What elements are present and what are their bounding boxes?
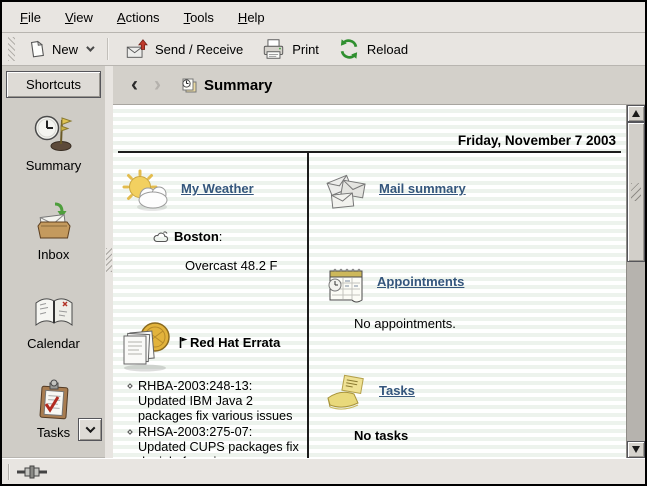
- menu-help-label: Help: [238, 10, 265, 25]
- errata-icon: [119, 319, 175, 373]
- menu-help[interactable]: Help: [226, 2, 277, 32]
- sidebar-item-calendar-label: Calendar: [27, 336, 80, 351]
- tasks-icon: [32, 378, 76, 422]
- sidebar-item-tasks-label: Tasks: [37, 425, 70, 440]
- main-pane: ‹ › Summary Friday, November 7 2003: [113, 66, 645, 458]
- menubar: File View Actions Tools Help: [2, 2, 645, 33]
- tasks-section-icon: [323, 371, 369, 415]
- send-receive-icon: [124, 37, 149, 61]
- weather-icon: [119, 167, 173, 219]
- menu-tools[interactable]: Tools: [172, 2, 226, 32]
- vertical-scrollbar[interactable]: [626, 105, 645, 458]
- weather-report: Overcast 48.2 F: [119, 258, 303, 273]
- sidebar-item-calendar[interactable]: Calendar: [2, 289, 105, 351]
- menu-view[interactable]: View: [53, 2, 105, 32]
- online-connector-icon[interactable]: [16, 465, 52, 479]
- new-document-icon: [28, 40, 46, 58]
- mail-summary-link[interactable]: Mail summary: [379, 181, 466, 196]
- thumb-grip-icon: [631, 183, 641, 201]
- back-button[interactable]: ‹: [123, 75, 146, 95]
- menu-file-label: File: [20, 10, 41, 25]
- statusbar: [2, 458, 645, 484]
- weather-location: Boston: [174, 229, 219, 244]
- menu-actions[interactable]: Actions: [105, 2, 172, 32]
- left-column: My Weather Boston: Overcast 48.2 F: [113, 153, 307, 458]
- tasks-status: No tasks: [323, 428, 626, 443]
- sidebar-item-inbox-label: Inbox: [38, 247, 70, 262]
- reload-icon: [337, 37, 361, 61]
- new-button-label: New: [52, 42, 78, 57]
- send-receive-button[interactable]: Send / Receive: [115, 35, 252, 63]
- my-weather-link[interactable]: My Weather: [181, 181, 254, 196]
- weather-location-colon: :: [219, 229, 223, 244]
- bullet-icon: [127, 383, 133, 389]
- page-title: Summary: [204, 77, 272, 94]
- errata-title: Red Hat Errata: [190, 335, 280, 350]
- summary-content: Friday, November 7 2003 My Weather: [113, 105, 626, 458]
- summary-icon: [32, 111, 76, 155]
- body-row: Shortcuts Summary Inbox Calendar: [2, 66, 645, 458]
- menu-actions-label: Actions: [117, 10, 160, 25]
- flag-marker-icon: [179, 336, 188, 349]
- date-heading: Friday, November 7 2003: [113, 133, 626, 148]
- send-receive-label: Send / Receive: [155, 42, 243, 57]
- scrollbar-thumb[interactable]: [627, 122, 645, 262]
- menu-view-label: View: [65, 10, 93, 25]
- printer-icon: [261, 37, 286, 61]
- sidebar-item-tasks[interactable]: Tasks: [2, 378, 105, 440]
- sidebar-item-inbox[interactable]: Inbox: [2, 200, 105, 262]
- evolution-window: File View Actions Tools Help New Send / …: [0, 0, 647, 486]
- appointments-icon: [323, 262, 367, 306]
- arrow-down-icon: [632, 446, 640, 453]
- sidebar-item-summary[interactable]: Summary: [2, 111, 105, 173]
- toolbar: New Send / Receive Print Reload: [2, 33, 645, 66]
- bullet-icon: [127, 429, 133, 435]
- right-column: Mail summary Appointments No appointment…: [309, 153, 626, 458]
- view-header: ‹ › Summary: [113, 66, 645, 105]
- sidebar-item-summary-label: Summary: [26, 158, 82, 173]
- statusbar-grip: [8, 464, 10, 480]
- chevron-down-icon: [86, 43, 94, 51]
- pane-resize-handle[interactable]: [105, 66, 113, 458]
- inbox-icon: [32, 200, 76, 244]
- summary-page-icon: [179, 76, 198, 95]
- content-wrap: Friday, November 7 2003 My Weather: [113, 105, 645, 458]
- forward-button[interactable]: ›: [146, 75, 169, 95]
- scroll-down-button[interactable]: [627, 441, 645, 458]
- toolbar-separator: [107, 38, 109, 60]
- errata-item[interactable]: RHSA-2003:275-07: Updated CUPS packages …: [127, 425, 303, 458]
- mail-summary-icon: [323, 169, 369, 215]
- pane-grip-icon: [106, 248, 112, 272]
- print-button[interactable]: Print: [252, 35, 328, 63]
- new-button[interactable]: New: [19, 35, 101, 63]
- chevron-down-icon: [85, 423, 95, 433]
- shortcuts-group-button[interactable]: Shortcuts: [6, 71, 101, 98]
- calendar-icon: [32, 289, 76, 333]
- cloud-glyph-icon: [153, 230, 170, 244]
- errata-item[interactable]: RHBA-2003:248-13: Updated IBM Java 2 pac…: [127, 379, 303, 424]
- appointments-link[interactable]: Appointments: [377, 274, 464, 289]
- menu-tools-label: Tools: [184, 10, 214, 25]
- scroll-up-button[interactable]: [627, 105, 645, 122]
- print-button-label: Print: [292, 42, 319, 57]
- menu-file[interactable]: File: [8, 2, 53, 32]
- tasks-link[interactable]: Tasks: [379, 383, 415, 398]
- arrow-up-icon: [632, 110, 640, 117]
- reload-button[interactable]: Reload: [328, 35, 417, 63]
- shortcuts-sidebar: Shortcuts Summary Inbox Calendar: [2, 66, 105, 458]
- shortcut-dropdown-button[interactable]: [78, 418, 102, 441]
- errata-list: RHBA-2003:248-13: Updated IBM Java 2 pac…: [119, 379, 303, 458]
- reload-button-label: Reload: [367, 42, 408, 57]
- toolbar-grip[interactable]: [8, 37, 15, 61]
- appointments-status: No appointments.: [323, 316, 626, 331]
